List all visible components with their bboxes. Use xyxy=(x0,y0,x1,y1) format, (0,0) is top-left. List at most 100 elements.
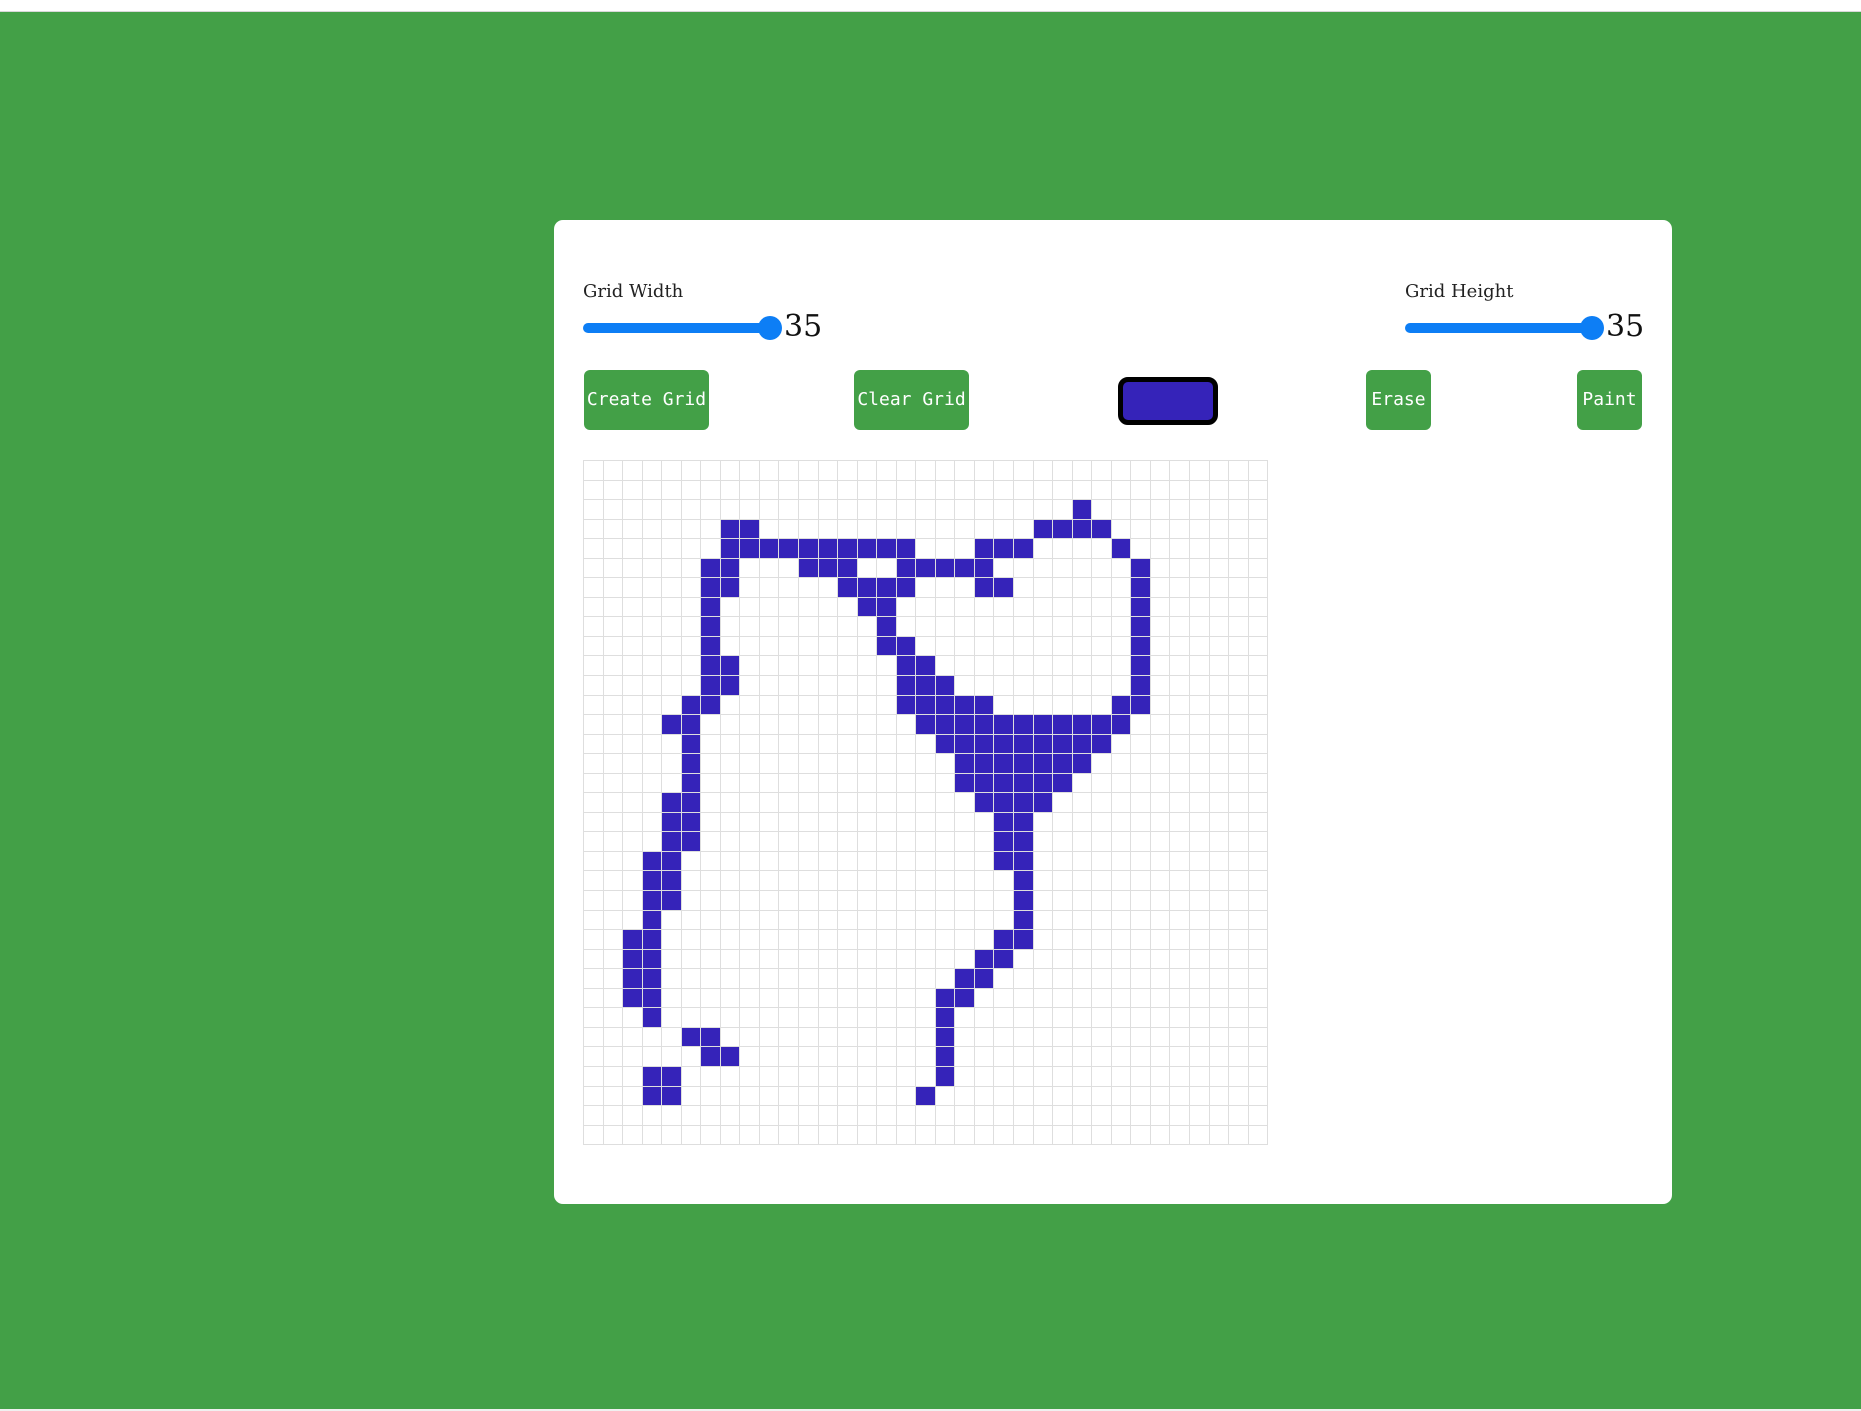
grid-cell[interactable] xyxy=(1033,812,1054,833)
grid-cell[interactable] xyxy=(1014,1086,1034,1107)
grid-cell[interactable] xyxy=(818,617,839,637)
grid-cell[interactable] xyxy=(740,617,760,637)
grid-cell[interactable] xyxy=(916,734,936,755)
grid-cell[interactable] xyxy=(1092,578,1112,598)
grid-cell[interactable] xyxy=(838,480,858,501)
grid-cell[interactable] xyxy=(916,1047,936,1067)
grid-cell[interactable] xyxy=(603,519,624,540)
grid-cell[interactable] xyxy=(935,480,956,501)
grid-cell[interactable] xyxy=(1170,910,1190,931)
grid-cell[interactable] xyxy=(1111,851,1132,872)
grid-cell[interactable] xyxy=(1131,773,1151,794)
grid-cell[interactable] xyxy=(1131,793,1151,813)
grid-cell[interactable] xyxy=(1189,558,1210,579)
grid-cell[interactable] xyxy=(955,793,975,813)
grid-cell[interactable] xyxy=(955,988,975,1009)
grid-cell[interactable] xyxy=(994,988,1015,1009)
grid-cell[interactable] xyxy=(994,656,1015,677)
grid-cell[interactable] xyxy=(1072,636,1093,657)
grid-cell[interactable] xyxy=(1053,969,1073,989)
grid-cell[interactable] xyxy=(799,695,819,716)
grid-cell[interactable] xyxy=(1014,851,1034,872)
grid-cell[interactable] xyxy=(896,617,917,637)
grid-cell[interactable] xyxy=(1131,558,1151,579)
grid-cell[interactable] xyxy=(623,1047,643,1067)
grid-cell[interactable] xyxy=(1111,1027,1132,1048)
grid-cell[interactable] xyxy=(1111,773,1132,794)
grid-cell[interactable] xyxy=(1072,871,1093,892)
grid-cell[interactable] xyxy=(584,500,604,520)
grid-cell[interactable] xyxy=(642,930,663,950)
grid-cell[interactable] xyxy=(1111,1047,1132,1067)
grid-cell[interactable] xyxy=(1248,1106,1269,1126)
grid-cell[interactable] xyxy=(603,676,624,696)
grid-cell[interactable] xyxy=(681,891,702,911)
grid-cell[interactable] xyxy=(720,1027,741,1048)
grid-cell[interactable] xyxy=(584,656,604,677)
grid-cell[interactable] xyxy=(1131,891,1151,911)
grid-cell[interactable] xyxy=(1248,656,1269,677)
grid-cell[interactable] xyxy=(935,676,956,696)
grid-cell[interactable] xyxy=(1150,910,1171,931)
grid-cell[interactable] xyxy=(779,832,800,852)
grid-cell[interactable] xyxy=(935,1047,956,1067)
grid-cell[interactable] xyxy=(1092,871,1112,892)
grid-cell[interactable] xyxy=(623,597,643,618)
grid-cell[interactable] xyxy=(1170,480,1190,501)
grid-cell[interactable] xyxy=(740,1008,760,1028)
grid-cell[interactable] xyxy=(584,1008,604,1028)
grid-cell[interactable] xyxy=(877,832,897,852)
grid-cell[interactable] xyxy=(642,558,663,579)
grid-cell[interactable] xyxy=(1170,695,1190,716)
grid-cell[interactable] xyxy=(935,500,956,520)
grid-cell[interactable] xyxy=(1014,949,1034,970)
grid-cell[interactable] xyxy=(799,930,819,950)
grid-cell[interactable] xyxy=(779,851,800,872)
grid-cell[interactable] xyxy=(1092,891,1112,911)
grid-cell[interactable] xyxy=(701,930,721,950)
grid-cell[interactable] xyxy=(1033,910,1054,931)
grid-cell[interactable] xyxy=(857,617,878,637)
grid-cell[interactable] xyxy=(701,500,721,520)
grid-cell[interactable] xyxy=(1248,930,1269,950)
grid-cell[interactable] xyxy=(1209,500,1230,520)
grid-cell[interactable] xyxy=(799,988,819,1009)
grid-cell[interactable] xyxy=(1209,636,1230,657)
grid-cell[interactable] xyxy=(799,656,819,677)
grid-cell[interactable] xyxy=(779,969,800,989)
grid-cell[interactable] xyxy=(955,578,975,598)
grid-cell[interactable] xyxy=(779,793,800,813)
grid-cell[interactable] xyxy=(720,1047,741,1067)
grid-cell[interactable] xyxy=(1053,715,1073,735)
grid-cell[interactable] xyxy=(1014,1027,1034,1048)
grid-cell[interactable] xyxy=(1053,1125,1073,1146)
grid-cell[interactable] xyxy=(838,461,858,481)
grid-cell[interactable] xyxy=(1014,1125,1034,1146)
grid-cell[interactable] xyxy=(584,832,604,852)
grid-cell[interactable] xyxy=(740,910,760,931)
grid-cell[interactable] xyxy=(916,969,936,989)
grid-cell[interactable] xyxy=(896,461,917,481)
grid-cell[interactable] xyxy=(1209,1106,1230,1126)
grid-cell[interactable] xyxy=(799,617,819,637)
grid-cell[interactable] xyxy=(779,1047,800,1067)
grid-cell[interactable] xyxy=(1053,617,1073,637)
grid-cell[interactable] xyxy=(720,597,741,618)
grid-cell[interactable] xyxy=(642,461,663,481)
grid-cell[interactable] xyxy=(642,891,663,911)
grid-cell[interactable] xyxy=(877,930,897,950)
grid-cell[interactable] xyxy=(1014,636,1034,657)
grid-cell[interactable] xyxy=(642,1106,663,1126)
grid-cell[interactable] xyxy=(1053,558,1073,579)
grid-cell[interactable] xyxy=(955,1008,975,1028)
grid-cell[interactable] xyxy=(1111,558,1132,579)
grid-cell[interactable] xyxy=(1150,636,1171,657)
grid-cell[interactable] xyxy=(681,597,702,618)
grid-cell[interactable] xyxy=(916,1106,936,1126)
grid-cell[interactable] xyxy=(642,597,663,618)
grid-cell[interactable] xyxy=(1189,793,1210,813)
grid-cell[interactable] xyxy=(642,636,663,657)
grid-cell[interactable] xyxy=(799,539,819,559)
grid-cell[interactable] xyxy=(1092,1008,1112,1028)
grid-cell[interactable] xyxy=(720,949,741,970)
